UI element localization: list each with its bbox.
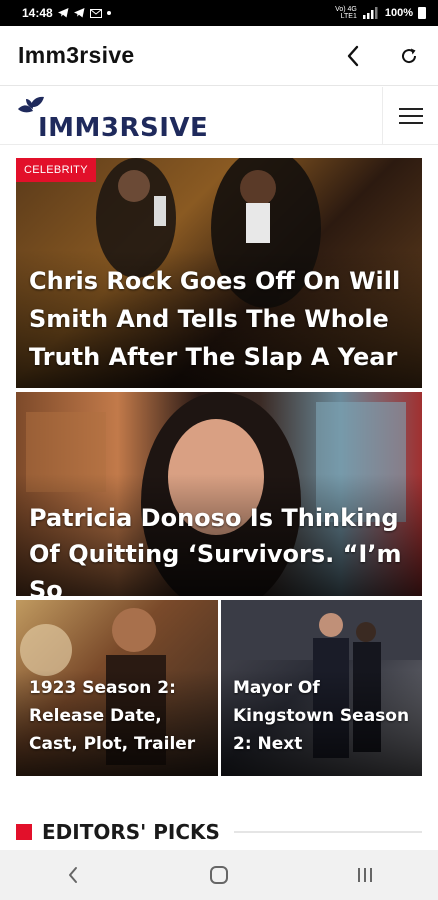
status-bar: 14:48 Vo) 4G LTE1 100% [0, 0, 438, 26]
app-title: Imm3rsive [18, 42, 135, 68]
status-time: 14:48 [22, 6, 53, 20]
chevron-left-icon [347, 45, 359, 66]
logo-text: IMM3RSIVE [38, 113, 209, 143]
battery-icon [418, 7, 426, 19]
article-card-featured[interactable]: CELEBRITY Chris Rock Goes Off On Will Sm… [16, 158, 422, 388]
system-back-button[interactable] [53, 855, 93, 895]
home-icon [210, 866, 228, 884]
network-label-top: Vo) 4G [335, 6, 357, 13]
section-header: EDITORS' PICKS [16, 818, 422, 846]
app-actions [340, 43, 438, 69]
system-nav-bar [0, 850, 438, 900]
system-recents-button[interactable] [345, 855, 385, 895]
system-home-button[interactable] [199, 855, 239, 895]
article-card[interactable]: Mayor Of Kingstown Season 2: Next [221, 600, 422, 776]
signal-icon [362, 7, 378, 19]
article-title[interactable]: Patricia Donoso Is Thinking Of Quitting … [29, 500, 414, 596]
recents-icon [358, 868, 372, 882]
article-card[interactable]: Patricia Donoso Is Thinking Of Quitting … [16, 392, 422, 596]
section-marker [16, 824, 32, 840]
section-title: EDITORS' PICKS [42, 820, 220, 844]
network-label-bottom: LTE1 [340, 13, 357, 20]
category-tag[interactable]: CELEBRITY [16, 158, 96, 182]
network-label: Vo) 4G LTE1 [335, 6, 357, 20]
telegram-icon-2 [73, 8, 85, 18]
section-divider [233, 831, 422, 833]
mail-icon [89, 8, 102, 18]
article-title[interactable]: Mayor Of Kingstown Season 2: Next [233, 674, 413, 758]
hamburger-menu-icon [398, 108, 423, 124]
refresh-button[interactable] [396, 43, 422, 69]
back-chevron-icon [69, 867, 77, 883]
site-header: IMM3RSIVE [0, 87, 438, 145]
status-left: 14:48 [22, 6, 111, 20]
site-logo[interactable]: IMM3RSIVE [16, 93, 208, 143]
article-title[interactable]: Chris Rock Goes Off On Will Smith And Te… [29, 262, 414, 376]
back-button[interactable] [340, 43, 366, 69]
notification-dot-icon [106, 11, 111, 15]
app-bar: Imm3rsive [0, 26, 438, 86]
article-card[interactable]: 1923 Season 2: Release Date, Cast, Plot,… [16, 600, 218, 776]
refresh-icon [402, 48, 417, 63]
article-title[interactable]: 1923 Season 2: Release Date, Cast, Plot,… [29, 674, 209, 758]
status-right: Vo) 4G LTE1 100% [335, 6, 426, 20]
battery-percent: 100% [384, 7, 413, 19]
telegram-icon [57, 8, 69, 18]
menu-button[interactable] [382, 87, 438, 145]
